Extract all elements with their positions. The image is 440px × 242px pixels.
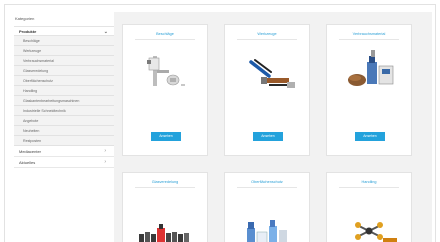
card-title: Beschläge: [156, 32, 174, 36]
category-grid: Beschläge Ansehen Werkzeuge Ansehen Verb…: [114, 12, 432, 242]
sidebar-group-aktuelles[interactable]: Aktuelles ›: [14, 157, 114, 168]
sidebar-item-oberflaechenschutz[interactable]: Oberflächenschutz: [14, 76, 114, 86]
sidebar-item-glasveredelung[interactable]: Glasveredelung: [14, 66, 114, 76]
sidebar-item-industrielle-schneidtechnik[interactable]: Industrielle Schneidtechnik: [14, 106, 114, 116]
sidebar-group-mediacenter[interactable]: Mediacenter ›: [14, 146, 114, 157]
category-card-beschlaege[interactable]: Beschläge Ansehen: [122, 24, 208, 156]
sidebar-subcategory-list: Beschläge Werkzeuge Verbrauchsmaterial G…: [14, 36, 114, 146]
category-card-handling[interactable]: Handling: [326, 172, 412, 242]
sidebar-item-restposten[interactable]: Restposten: [14, 136, 114, 146]
glass-finishing-image: [123, 188, 207, 242]
view-button[interactable]: Ansehen: [151, 132, 181, 141]
tools-image: [225, 40, 309, 98]
sidebar-section-produkte[interactable]: Produkte ⌄: [14, 26, 114, 36]
chevron-right-icon: ›: [104, 159, 106, 165]
chevron-down-icon: ⌄: [103, 29, 108, 35]
sidebar-section-label: Produkte: [19, 29, 37, 34]
view-button[interactable]: Ansehen: [253, 132, 283, 141]
card-title: Verbrauchsmaterial: [352, 32, 386, 36]
view-button[interactable]: Ansehen: [355, 132, 385, 141]
sidebar-item-angebote[interactable]: Angebote: [14, 116, 114, 126]
sidebar-group-label: Mediacenter: [19, 149, 42, 154]
category-card-verbrauchsmaterial[interactable]: Verbrauchsmaterial Ansehen: [326, 24, 412, 156]
category-card-werkzeuge[interactable]: Werkzeuge Ansehen: [224, 24, 310, 156]
sidebar-group-label: Aktuelles: [19, 160, 36, 165]
sidebar-item-verbrauchsmaterial[interactable]: Verbrauchsmaterial: [14, 56, 114, 66]
sidebar-item-neuheiten[interactable]: Neuheiten: [14, 126, 114, 136]
surface-protection-image: [225, 188, 309, 242]
category-card-oberflaechenschutz[interactable]: Oberflächenschutz: [224, 172, 310, 242]
category-sidebar: Kategorien Produkte ⌄ Beschläge Werkzeug…: [14, 12, 114, 242]
sidebar-item-glaskantenbearbeitungsmaschinen[interactable]: Glaskantenbearbeitungsmaschinen: [14, 96, 114, 106]
card-title: Handling: [361, 180, 377, 184]
fitting-hardware-image: [123, 40, 207, 98]
sidebar-item-werkzeuge[interactable]: Werkzeuge: [14, 46, 114, 56]
sidebar-item-beschlaege[interactable]: Beschläge: [14, 36, 114, 46]
card-title: Werkzeuge: [257, 32, 277, 36]
handling-equipment-image: [327, 188, 411, 242]
consumables-image: [327, 40, 411, 98]
chevron-right-icon: ›: [104, 148, 106, 154]
card-title: Oberflächenschutz: [251, 180, 283, 184]
card-title: Glasveredelung: [151, 180, 179, 184]
sidebar-item-handling[interactable]: Handling: [14, 86, 114, 96]
sidebar-heading: Kategorien: [15, 16, 35, 21]
category-card-glasveredelung[interactable]: Glasveredelung: [122, 172, 208, 242]
